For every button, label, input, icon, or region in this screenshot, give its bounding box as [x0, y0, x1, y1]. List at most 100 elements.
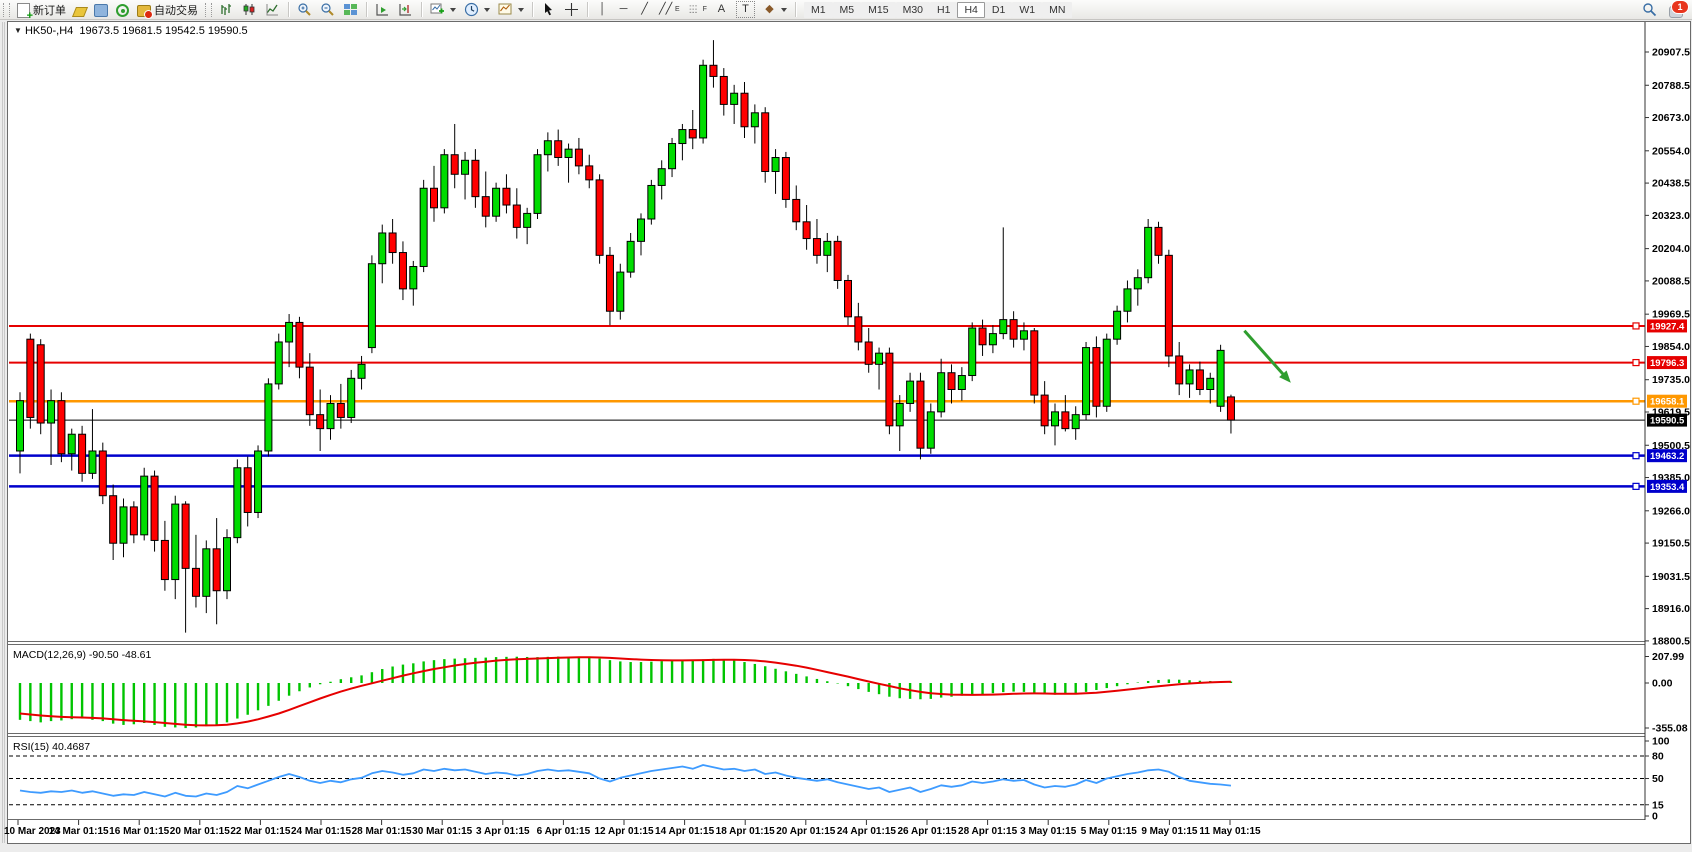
- templates-button[interactable]: [494, 1, 528, 18]
- notification-badge: 1: [1672, 1, 1688, 13]
- price-axis-label: 20554.0: [1652, 145, 1690, 157]
- auto-trading-button[interactable]: 自动交易: [133, 1, 202, 18]
- time-axis-label[interactable]: 30 Mar 01:15: [412, 826, 472, 837]
- time-axis-label[interactable]: 22 Mar 01:15: [230, 826, 290, 837]
- rsi-indicator-label: RSI(15) 40.4687: [13, 741, 90, 753]
- candle-body: [482, 197, 489, 217]
- time-axis-label[interactable]: 3 May 01:15: [1020, 826, 1077, 837]
- timeframe-MN[interactable]: MN: [1042, 2, 1072, 18]
- level-handle-19463.2[interactable]: [1633, 453, 1639, 459]
- candle-body: [917, 381, 924, 448]
- candle-body: [1176, 356, 1183, 384]
- time-axis-label[interactable]: 14 Apr 01:15: [655, 826, 715, 837]
- price-axis-label: 19150.5: [1652, 538, 1690, 550]
- candle-body: [886, 353, 893, 426]
- time-axis-label[interactable]: 14 Mar 01:15: [49, 826, 109, 837]
- trendline-tool[interactable]: ╱: [634, 1, 655, 18]
- macd-values: -90.50 -48.61: [89, 649, 151, 661]
- time-axis-label[interactable]: 28 Apr 01:15: [958, 826, 1018, 837]
- arrows-tool[interactable]: ◆: [759, 1, 791, 18]
- candle-body: [627, 241, 634, 272]
- time-axis-label[interactable]: 18 Apr 01:15: [716, 826, 776, 837]
- toolbar-grip[interactable]: [3, 3, 10, 17]
- candle-body: [793, 199, 800, 221]
- auto-scroll-button[interactable]: [371, 1, 394, 18]
- candle-body: [865, 342, 872, 364]
- time-axis-label[interactable]: 12 Apr 01:15: [594, 826, 654, 837]
- bar-chart-button[interactable]: [215, 1, 238, 18]
- text-label-tool[interactable]: T: [732, 1, 759, 18]
- indicators-button[interactable]: [426, 1, 460, 18]
- level-handle-19927.4[interactable]: [1633, 323, 1639, 329]
- candle-body: [596, 180, 603, 255]
- equidistant-channel-tool[interactable]: ╱╱E: [655, 1, 684, 18]
- level-handle-19796.3[interactable]: [1633, 360, 1639, 366]
- candle-body: [265, 384, 272, 451]
- candle-body: [824, 241, 831, 255]
- line-chart-button[interactable]: [261, 1, 284, 18]
- zoom-in-button[interactable]: [293, 1, 316, 18]
- time-axis-label[interactable]: 3 Apr 01:15: [476, 826, 530, 837]
- notifications-button[interactable]: 1: [1669, 2, 1686, 18]
- time-axis-label[interactable]: 16 Mar 01:15: [109, 826, 169, 837]
- candle-body: [969, 328, 976, 376]
- time-axis-label[interactable]: 11 May 01:15: [1199, 826, 1261, 837]
- time-axis-label[interactable]: 20 Mar 01:15: [170, 826, 230, 837]
- collapse-arrow-icon[interactable]: ▼: [14, 26, 22, 35]
- search-button[interactable]: [1638, 1, 1661, 18]
- time-axis-label[interactable]: 26 Apr 01:15: [897, 826, 957, 837]
- vertical-line-tool[interactable]: │: [592, 1, 613, 18]
- time-axis-label[interactable]: 24 Apr 01:15: [837, 826, 897, 837]
- crosshair-button[interactable]: [560, 1, 583, 18]
- time-axis-label[interactable]: 24 Mar 01:15: [291, 826, 351, 837]
- new-order-button[interactable]: 新订单: [13, 1, 70, 18]
- text-tool[interactable]: A: [711, 1, 732, 18]
- timeframe-M30[interactable]: M30: [896, 2, 930, 18]
- timeframe-M15[interactable]: M15: [861, 2, 895, 18]
- timeframe-H1[interactable]: H1: [930, 2, 957, 18]
- horizontal-line-tool[interactable]: ─: [613, 1, 634, 18]
- candle-body: [441, 155, 448, 208]
- level-handle-19353.4[interactable]: [1633, 483, 1639, 489]
- candle-body: [513, 205, 520, 227]
- time-axis-label[interactable]: 20 Apr 01:15: [776, 826, 836, 837]
- time-axis-label[interactable]: 9 May 01:15: [1141, 826, 1198, 837]
- candle-body: [358, 364, 365, 378]
- chart-title[interactable]: ▼ HK50-,H4 19673.5 19681.5 19542.5 19590…: [14, 25, 248, 37]
- macd-name: MACD(12,26,9): [13, 649, 86, 661]
- candle-body: [731, 93, 738, 104]
- sound-icon: [116, 4, 129, 17]
- candle-body: [130, 507, 137, 535]
- time-axis-label[interactable]: 6 Apr 01:15: [537, 826, 591, 837]
- candle-body: [710, 65, 717, 76]
- candle-body: [348, 378, 355, 417]
- timeframe-D1[interactable]: D1: [985, 2, 1012, 18]
- cursor-button[interactable]: [537, 1, 560, 18]
- candle-body: [803, 222, 810, 239]
- tile-windows-button[interactable]: [339, 1, 362, 18]
- time-axis-label[interactable]: 28 Mar 01:15: [352, 826, 412, 837]
- candle-body: [834, 241, 841, 280]
- candle-body: [845, 280, 852, 316]
- timeframe-H4[interactable]: H4: [957, 2, 984, 18]
- level-handle-19658.1[interactable]: [1633, 398, 1639, 404]
- time-axis-label[interactable]: 5 May 01:15: [1081, 826, 1138, 837]
- toolbar-grip[interactable]: [205, 3, 212, 17]
- publish-chart-button[interactable]: [90, 1, 112, 18]
- timeframe-M5[interactable]: M5: [833, 2, 862, 18]
- candle-body: [1010, 320, 1017, 340]
- candle-body: [648, 185, 655, 219]
- chart-shift-button[interactable]: [394, 1, 417, 18]
- candlestick-chart-button[interactable]: [238, 1, 261, 18]
- rsi-axis-label: 100: [1652, 736, 1670, 748]
- fibonacci-tool[interactable]: F: [684, 1, 711, 18]
- periods-button[interactable]: [460, 1, 494, 18]
- timeframe-W1[interactable]: W1: [1012, 2, 1042, 18]
- candle-body: [606, 255, 613, 311]
- timeframe-M1[interactable]: M1: [804, 2, 833, 18]
- highlighter-button[interactable]: [70, 1, 90, 18]
- candle-body: [617, 272, 624, 311]
- sound-alerts-button[interactable]: [112, 1, 133, 18]
- zoom-out-button[interactable]: [316, 1, 339, 18]
- chart-canvas[interactable]: 20907.520788.520673.020554.020438.520323…: [0, 0, 1692, 852]
